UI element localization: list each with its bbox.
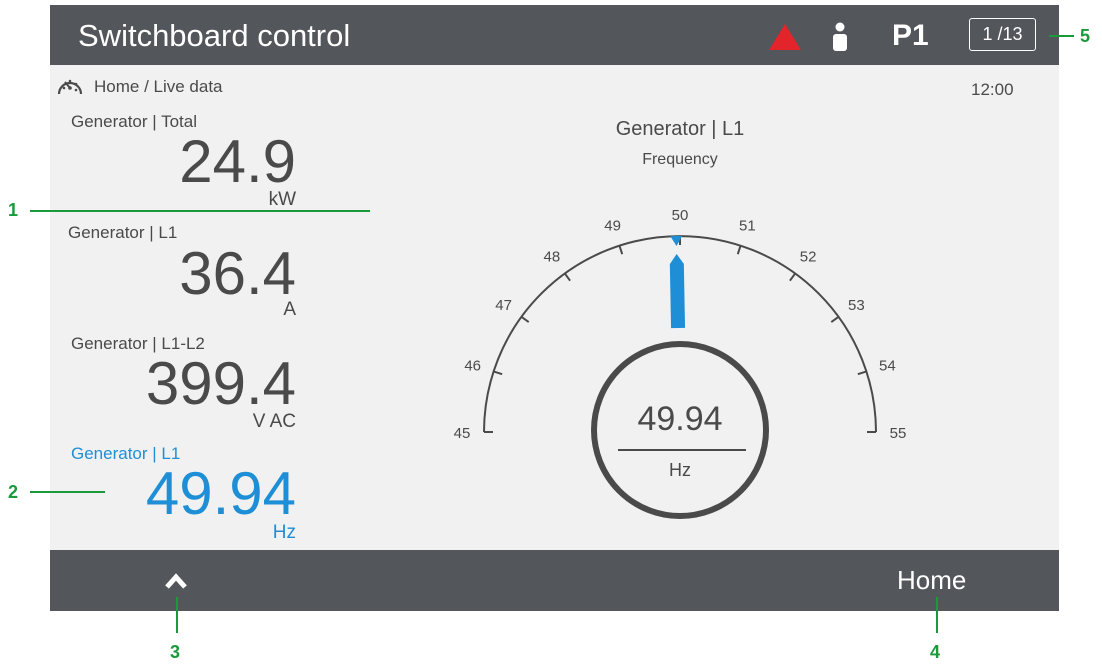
gauge-tick-label: 48 [544, 249, 561, 266]
gauge-tick-label: 46 [464, 358, 481, 375]
gauge-tick [618, 245, 624, 255]
chevron-up-icon[interactable] [164, 572, 188, 590]
gauge-tick-label: 45 [454, 425, 471, 442]
callout-marker: 4 [930, 642, 941, 662]
callout-line [936, 597, 938, 633]
callout-line [176, 597, 178, 633]
gauge-tick [830, 315, 840, 323]
gauge-tick-label: 50 [672, 207, 689, 224]
gauge-tick [520, 315, 530, 323]
callout-marker: 5 [1080, 26, 1091, 46]
gauge-unit: Hz [669, 460, 691, 480]
gauge-tick [857, 370, 867, 376]
gauge-tick [493, 370, 503, 376]
callout-marker: 3 [170, 642, 181, 662]
gauge-needle-bar [669, 254, 686, 329]
gauge-tick-label: 52 [800, 249, 817, 266]
bottom-bar: Home [50, 550, 1059, 611]
gauge-tick-label: 54 [879, 358, 896, 375]
gauge-needle [669, 235, 686, 329]
home-button[interactable]: Home [897, 565, 966, 596]
gauge-tick-label: 53 [848, 297, 865, 314]
callout-marker: 2 [8, 482, 19, 502]
callout-line [30, 210, 370, 212]
callout-line [30, 491, 105, 493]
gauge-value: 49.94 [637, 400, 722, 438]
gauge-tick-label: 49 [604, 218, 621, 235]
gauge-tick-label: 55 [890, 425, 907, 442]
gauge-tick [563, 272, 571, 282]
callout-line [1049, 35, 1074, 37]
gauge-tick [789, 272, 797, 282]
gauge-tick-label: 51 [739, 218, 756, 235]
gauge-tick [736, 245, 742, 255]
gauge-tick-label: 47 [495, 297, 512, 314]
callout-marker: 1 [8, 200, 19, 220]
